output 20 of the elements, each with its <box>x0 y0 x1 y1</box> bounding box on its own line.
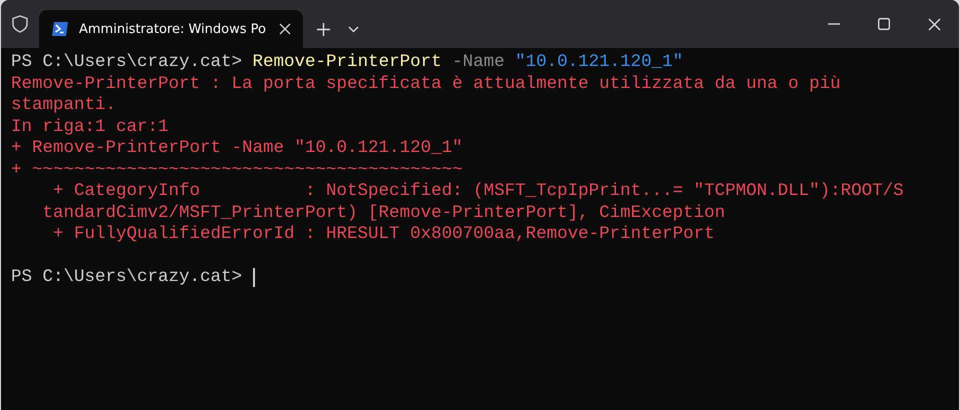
terminal-text: + Remove-PrinterPort -Name "10.0.121.120_1" <box>11 138 463 160</box>
tab-title: Amministratore: Windows Po <box>79 22 267 36</box>
terminal-text: In riga:1 car:1 <box>11 116 169 138</box>
terminal-text: Remove-PrinterPort <box>252 52 442 74</box>
new-tab-icon[interactable] <box>317 22 330 36</box>
terminal-tab[interactable]: Amministratore: Windows Po <box>39 10 303 48</box>
terminal-text: + CategoryInfo : NotSpecified: (MSFT_TcpIpPrint...= "TCPMON.DLL"):ROOT/S <box>52 181 904 202</box>
terminal-text: stampanti. <box>11 95 116 116</box>
close-tab-icon[interactable] <box>279 23 291 35</box>
terminal-text: PS C:\Users\crazy.cat> <box>11 52 244 74</box>
terminal-text: tandardCimv2/MSFT_PrinterPort) [Remove-PrinterPort], CimException <box>42 202 726 224</box>
terminal-text: Remove-PrinterPort : La porta specificata è attualmente utilizzata da una o più <box>11 74 841 95</box>
shield-icon[interactable] <box>12 15 28 33</box>
terminal-text: + ~~~~~~~~~~~~~~~~~~~~~~~~~~~~~~~~~~~~~~~~~ <box>11 160 463 181</box>
terminal-text: PS C:\Users\crazy.cat> <box>11 267 244 288</box>
terminal-text: -Name <box>451 52 506 74</box>
powershell-icon <box>51 21 69 37</box>
terminal-text: "10.0.121.120_1" <box>515 52 684 74</box>
chevron-down-icon[interactable] <box>348 26 359 32</box>
terminal-text: + FullyQualifiedErrorId : HRESULT 0x800700aa,Remove-PrinterPort <box>52 224 715 246</box>
